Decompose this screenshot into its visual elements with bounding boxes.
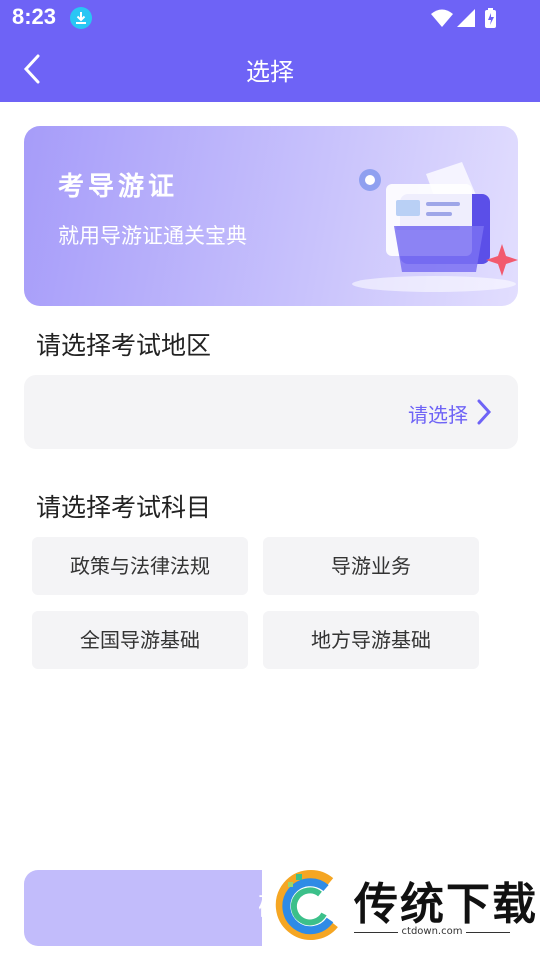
watermark-logo-icon <box>275 870 338 941</box>
region-selector[interactable]: 请选择 <box>24 375 518 449</box>
nav-bar: 选择 <box>0 36 540 102</box>
system-icons <box>430 7 500 29</box>
subject-option-local-basics[interactable]: 地方导游基础 <box>263 611 479 669</box>
app-header: 8:23 选择 <box>0 0 540 102</box>
download-icon <box>70 7 92 29</box>
region-placeholder: 请选择 <box>408 403 468 427</box>
banner-title: 考导游证 <box>58 172 179 202</box>
subject-option-policy-law[interactable]: 政策与法律法规 <box>32 537 248 595</box>
status-bar: 8:23 <box>0 0 540 36</box>
banner-subtitle: 就用导游证通关宝典 <box>58 224 247 248</box>
signal-icon <box>457 9 475 27</box>
subject-option-national-basics[interactable]: 全国导游基础 <box>32 611 248 669</box>
wifi-icon <box>431 9 453 27</box>
watermark-line-right <box>466 932 510 933</box>
battery-icon <box>485 8 496 28</box>
page-title: 选择 <box>246 58 294 86</box>
status-time: 8:23 <box>12 4 57 29</box>
region-section-label: 请选择考试地区 <box>36 331 212 360</box>
subject-option-guide-business[interactable]: 导游业务 <box>263 537 479 595</box>
folder-illustration-icon <box>352 162 518 292</box>
chevron-right-icon <box>477 399 492 425</box>
subject-section-label: 请选择考试科目 <box>36 493 212 522</box>
watermark-text: 传统下载 <box>354 879 538 930</box>
promo-banner: 考导游证 就用导游证通关宝典 <box>24 126 518 306</box>
watermark: 传统下载 ctdown.com <box>262 856 540 960</box>
